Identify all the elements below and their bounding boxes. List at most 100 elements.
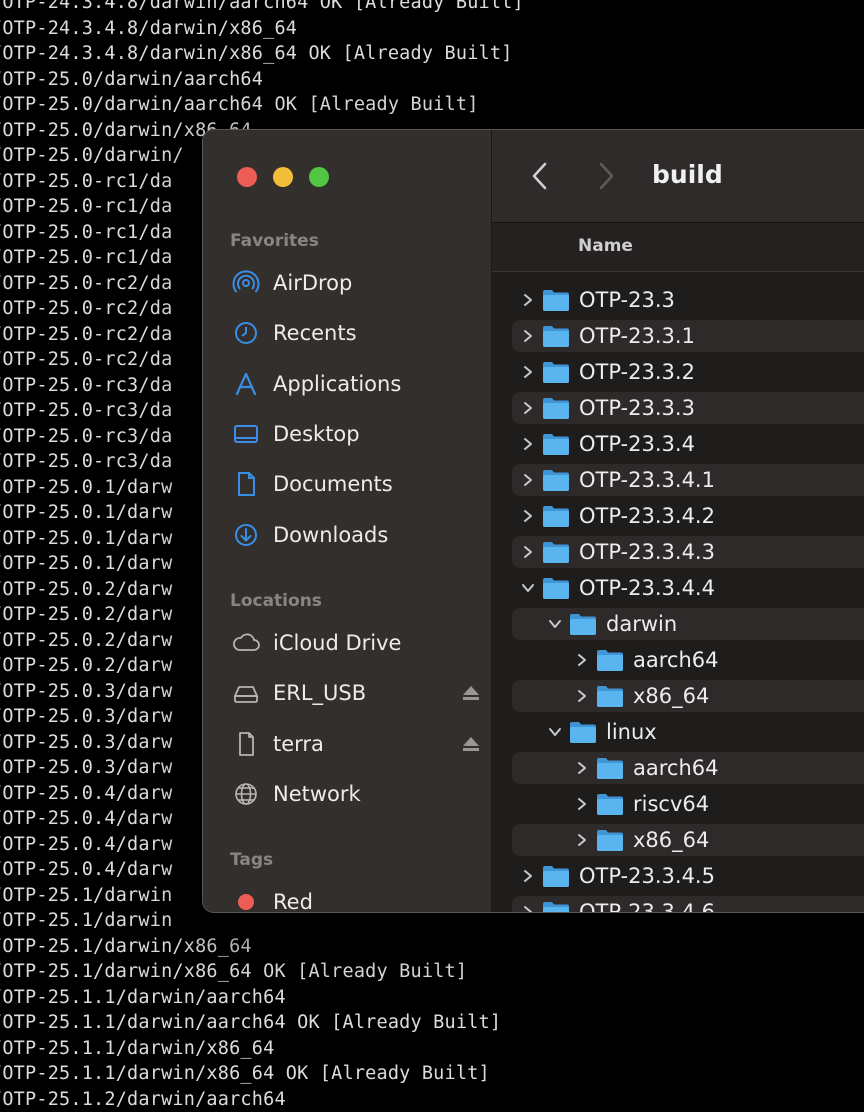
folder-icon: [569, 612, 597, 636]
folder-icon: [596, 684, 624, 708]
sidebar-item-label: Desktop: [273, 422, 360, 446]
sidebar-item-label: AirDrop: [273, 271, 352, 295]
column-header-name[interactable]: Name: [578, 236, 633, 256]
sidebar-item-terra[interactable]: terra: [231, 727, 481, 761]
sidebar-item-red[interactable]: Red: [231, 885, 481, 913]
terminal-line: /OTP-25.1.1/darwin/x86_64: [0, 1036, 864, 1062]
folder-row[interactable]: OTP-23.3.2: [492, 354, 864, 390]
sidebar-item-label: Red: [273, 890, 313, 913]
minimize-window-button[interactable]: [273, 167, 293, 187]
close-window-button[interactable]: [237, 167, 257, 187]
folder-row[interactable]: OTP-23.3.4.6: [492, 894, 864, 913]
download-icon: [231, 520, 261, 550]
folder-row[interactable]: aarch64: [492, 642, 864, 678]
folder-icon: [569, 720, 597, 744]
terminal-line: /OTP-25.1/darwin/x86_64 OK [Already Buil…: [0, 959, 864, 985]
folder-row[interactable]: OTP-23.3.3: [492, 390, 864, 426]
finder-window: Favorites AirDrop Recents Applications Deskt…: [202, 129, 864, 913]
sidebar-item-airdrop[interactable]: AirDrop: [231, 266, 481, 300]
folder-row[interactable]: OTP-23.3.4.3: [492, 534, 864, 570]
sidebar-item-recents[interactable]: Recents: [231, 316, 481, 350]
chevron-right-icon[interactable]: [520, 508, 536, 524]
sidebar-item-label: Downloads: [273, 523, 388, 547]
folder-name: x86_64: [633, 828, 709, 852]
folder-icon: [542, 360, 570, 384]
sidebar-item-applications[interactable]: Applications: [231, 367, 481, 401]
folder-row[interactable]: OTP-23.3.4.2: [492, 498, 864, 534]
forward-button[interactable]: [596, 160, 616, 196]
folder-icon: [596, 792, 624, 816]
folder-row[interactable]: OTP-23.3.4.5: [492, 858, 864, 894]
folder-row[interactable]: OTP-23.3.4.1: [492, 462, 864, 498]
sidebar-heading-favorites: Favorites: [230, 231, 319, 251]
sidebar-item-icloud-drive[interactable]: iCloud Drive: [231, 626, 481, 660]
chevron-right-icon[interactable]: [520, 472, 536, 488]
globe-icon: [231, 779, 261, 809]
chevron-right-icon[interactable]: [520, 328, 536, 344]
zoom-window-button[interactable]: [309, 167, 329, 187]
folder-row[interactable]: x86_64: [492, 678, 864, 714]
sidebar-item-desktop[interactable]: Desktop: [231, 417, 481, 451]
chevron-right-icon[interactable]: [574, 652, 590, 668]
chevron-down-icon[interactable]: [547, 616, 563, 632]
chevron-right-icon[interactable]: [520, 904, 536, 913]
terminal-line: /OTP-25.1.1/darwin/aarch64: [0, 985, 864, 1011]
folder-name: OTP-23.3.4.2: [579, 504, 715, 528]
sidebar-heading-tags: Tags: [230, 850, 273, 870]
chevron-right-icon[interactable]: [574, 688, 590, 704]
tag-dot-icon: [231, 887, 261, 913]
folder-row[interactable]: x86_64: [492, 822, 864, 858]
sidebar-item-label: Network: [273, 782, 361, 806]
chevron-down-icon[interactable]: [520, 580, 536, 596]
chevron-right-icon[interactable]: [574, 796, 590, 812]
folder-row[interactable]: OTP-23.3.4.4: [492, 570, 864, 606]
cloud-icon: [231, 628, 261, 658]
chevron-right-icon[interactable]: [520, 400, 536, 416]
folder-name: darwin: [606, 612, 677, 636]
folder-name: riscv64: [633, 792, 709, 816]
chevron-right-icon[interactable]: [520, 292, 536, 308]
folder-icon: [542, 864, 570, 888]
terminal-line: /OTP-25.1.1/darwin/aarch64 OK [Already B…: [0, 1010, 864, 1036]
eject-button[interactable]: [461, 684, 481, 706]
folder-icon: [542, 900, 570, 913]
folder-row[interactable]: linux: [492, 714, 864, 750]
window-title: build: [652, 160, 723, 189]
chevron-right-icon[interactable]: [520, 868, 536, 884]
terminal-line: /OTP-25.1/darwin/x86_64: [0, 934, 864, 960]
folder-row[interactable]: OTP-23.3: [492, 282, 864, 318]
folder-row[interactable]: OTP-23.3.4: [492, 426, 864, 462]
terminal-line: /OTP-24.3.4.8/darwin/x86_64 OK [Already …: [0, 41, 864, 67]
eject-button[interactable]: [461, 735, 481, 757]
toolbar: build: [492, 130, 864, 223]
folder-row[interactable]: riscv64: [492, 786, 864, 822]
sidebar-item-label: iCloud Drive: [273, 631, 401, 655]
sidebar-item-erl-usb[interactable]: ERL_USB: [231, 676, 481, 710]
column-header: Name: [492, 223, 864, 272]
eject-icon[interactable]: [461, 684, 481, 702]
chevron-right-icon[interactable]: [574, 760, 590, 776]
chevron-right-icon[interactable]: [520, 544, 536, 560]
airdrop-icon: [231, 268, 261, 298]
folder-row[interactable]: aarch64: [492, 750, 864, 786]
drive-icon: [231, 678, 261, 708]
chevron-right-icon[interactable]: [574, 832, 590, 848]
chevron-down-icon[interactable]: [547, 724, 563, 740]
folder-name: OTP-23.3.4.1: [579, 468, 715, 492]
sidebar-item-network[interactable]: Network: [231, 777, 481, 811]
folder-icon: [542, 540, 570, 564]
sidebar-item-documents[interactable]: Documents: [231, 467, 481, 501]
chevron-right-icon[interactable]: [520, 364, 536, 380]
sidebar-item-downloads[interactable]: Downloads: [231, 518, 481, 552]
terminal-line: /OTP-25.0/darwin/aarch64: [0, 67, 864, 93]
eject-icon[interactable]: [461, 735, 481, 753]
folder-name: OTP-23.3.4.6: [579, 900, 715, 913]
folder-row[interactable]: OTP-23.3.1: [492, 318, 864, 354]
desktop-icon: [231, 419, 261, 449]
back-button[interactable]: [530, 160, 550, 196]
folder-icon: [542, 324, 570, 348]
folder-name: OTP-23.3: [579, 288, 675, 312]
folder-name: OTP-23.3.4.3: [579, 540, 715, 564]
folder-row[interactable]: darwin: [492, 606, 864, 642]
chevron-right-icon[interactable]: [520, 436, 536, 452]
